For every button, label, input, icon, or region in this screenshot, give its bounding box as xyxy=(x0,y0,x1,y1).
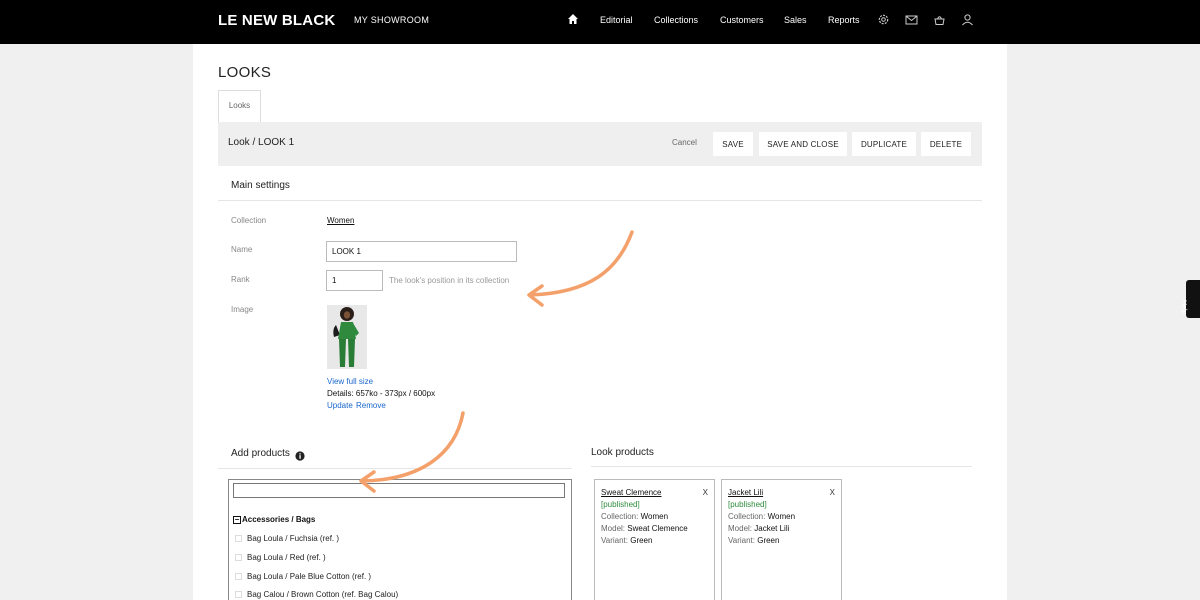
arrow-to-rank xyxy=(528,230,634,297)
arrow-to-search xyxy=(360,411,465,483)
annotation-arrows xyxy=(359,230,634,493)
